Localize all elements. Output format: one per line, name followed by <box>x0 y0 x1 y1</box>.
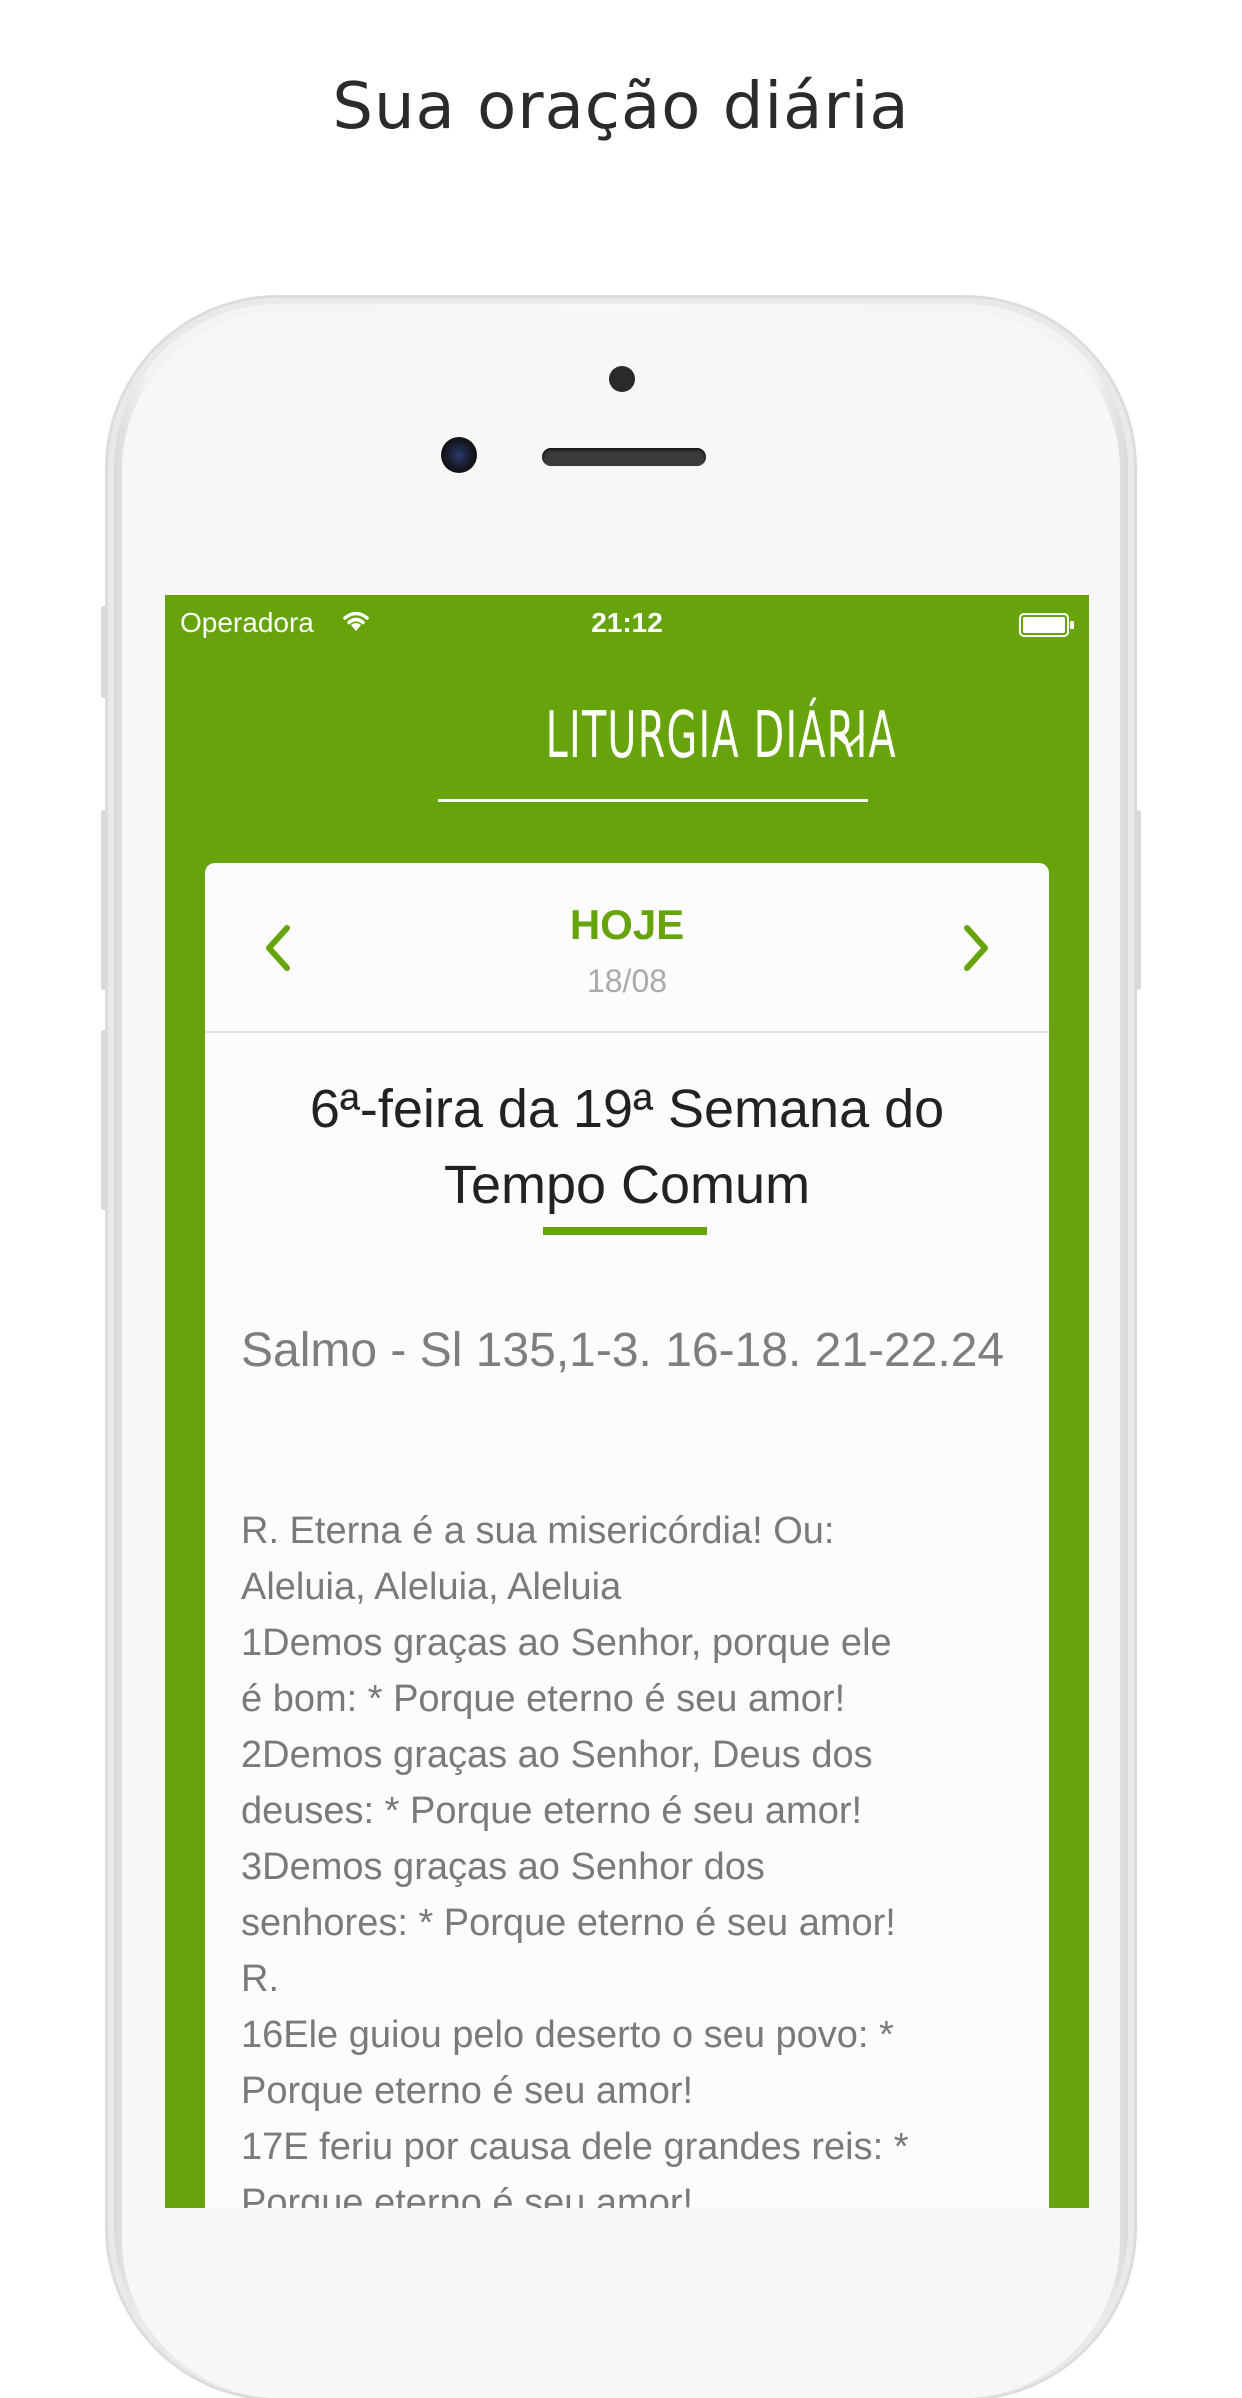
reading-line: 1Demos graças ao Senhor, porque ele <box>241 1622 892 1664</box>
day-navigator: HOJE 18/08 <box>205 863 1049 1033</box>
reading-line: deuses: * Porque eterno é seu amor! <box>241 1790 863 1832</box>
reading-line: 16Ele guiou pelo deserto o seu povo: * <box>241 2014 894 2056</box>
reading-text: R. Eterna é a sua misericórdia! Ou: Alel… <box>241 1503 965 2208</box>
reading-line: Porque eterno é seu amor! <box>241 2070 694 2112</box>
reading-title: Salmo - Sl 135,1-3. 16-18. 21-22.24 <box>241 1324 1005 1377</box>
app-screen: Operadora 21:12 LITURGIA DIÁRIA HOJE 18/… <box>165 595 1089 2208</box>
status-time: 21:12 <box>591 607 663 638</box>
reading-line: R. <box>241 1958 279 2000</box>
feast-title-line: Tempo Comum <box>443 1155 811 1215</box>
reading-line: Porque eterno é seu amor! <box>241 2182 694 2208</box>
promo-headline: Sua oração diária <box>332 70 910 144</box>
feast-title-line: 6ª-feira da 19ª Semana do <box>309 1079 945 1139</box>
proximity-sensor <box>609 366 635 392</box>
reading-line: 2Demos graças ao Senhor, Deus dos <box>241 1734 873 1776</box>
front-camera-icon <box>441 437 477 473</box>
chevron-down-icon <box>834 732 864 748</box>
reading-line: R. Eterna é a sua misericórdia! Ou: <box>241 1510 835 1552</box>
today-date: 18/08 <box>586 963 668 999</box>
battery-icon <box>1019 613 1074 637</box>
reading-line: Aleluia, Aleluia, Aleluia <box>241 1566 622 1608</box>
reading-line: 3Demos graças ao Senhor dos <box>241 1846 765 1888</box>
earpiece-speaker <box>542 448 706 466</box>
feast-title-underline <box>543 1227 707 1235</box>
reading-line: é bom: * Porque eterno é seu amor! <box>241 1678 846 1720</box>
power-button <box>1133 810 1141 990</box>
reading-line: 17E feriu por causa dele grandes reis: * <box>241 2126 909 2168</box>
status-bar: Operadora 21:12 <box>165 595 1089 651</box>
reading-line: senhores: * Porque eterno é seu amor! <box>241 1902 896 1944</box>
liturgy-card: HOJE 18/08 6ª-feira da 19ª Semana do Tem… <box>205 863 1049 2208</box>
feast-title: 6ª-feira da 19ª Semana do Tempo Comum <box>235 1071 1019 1223</box>
today-label: HOJE <box>569 901 685 948</box>
chevron-right-icon[interactable] <box>957 918 997 978</box>
liturgy-selector[interactable]: LITURGIA DIÁRIA <box>438 691 896 802</box>
